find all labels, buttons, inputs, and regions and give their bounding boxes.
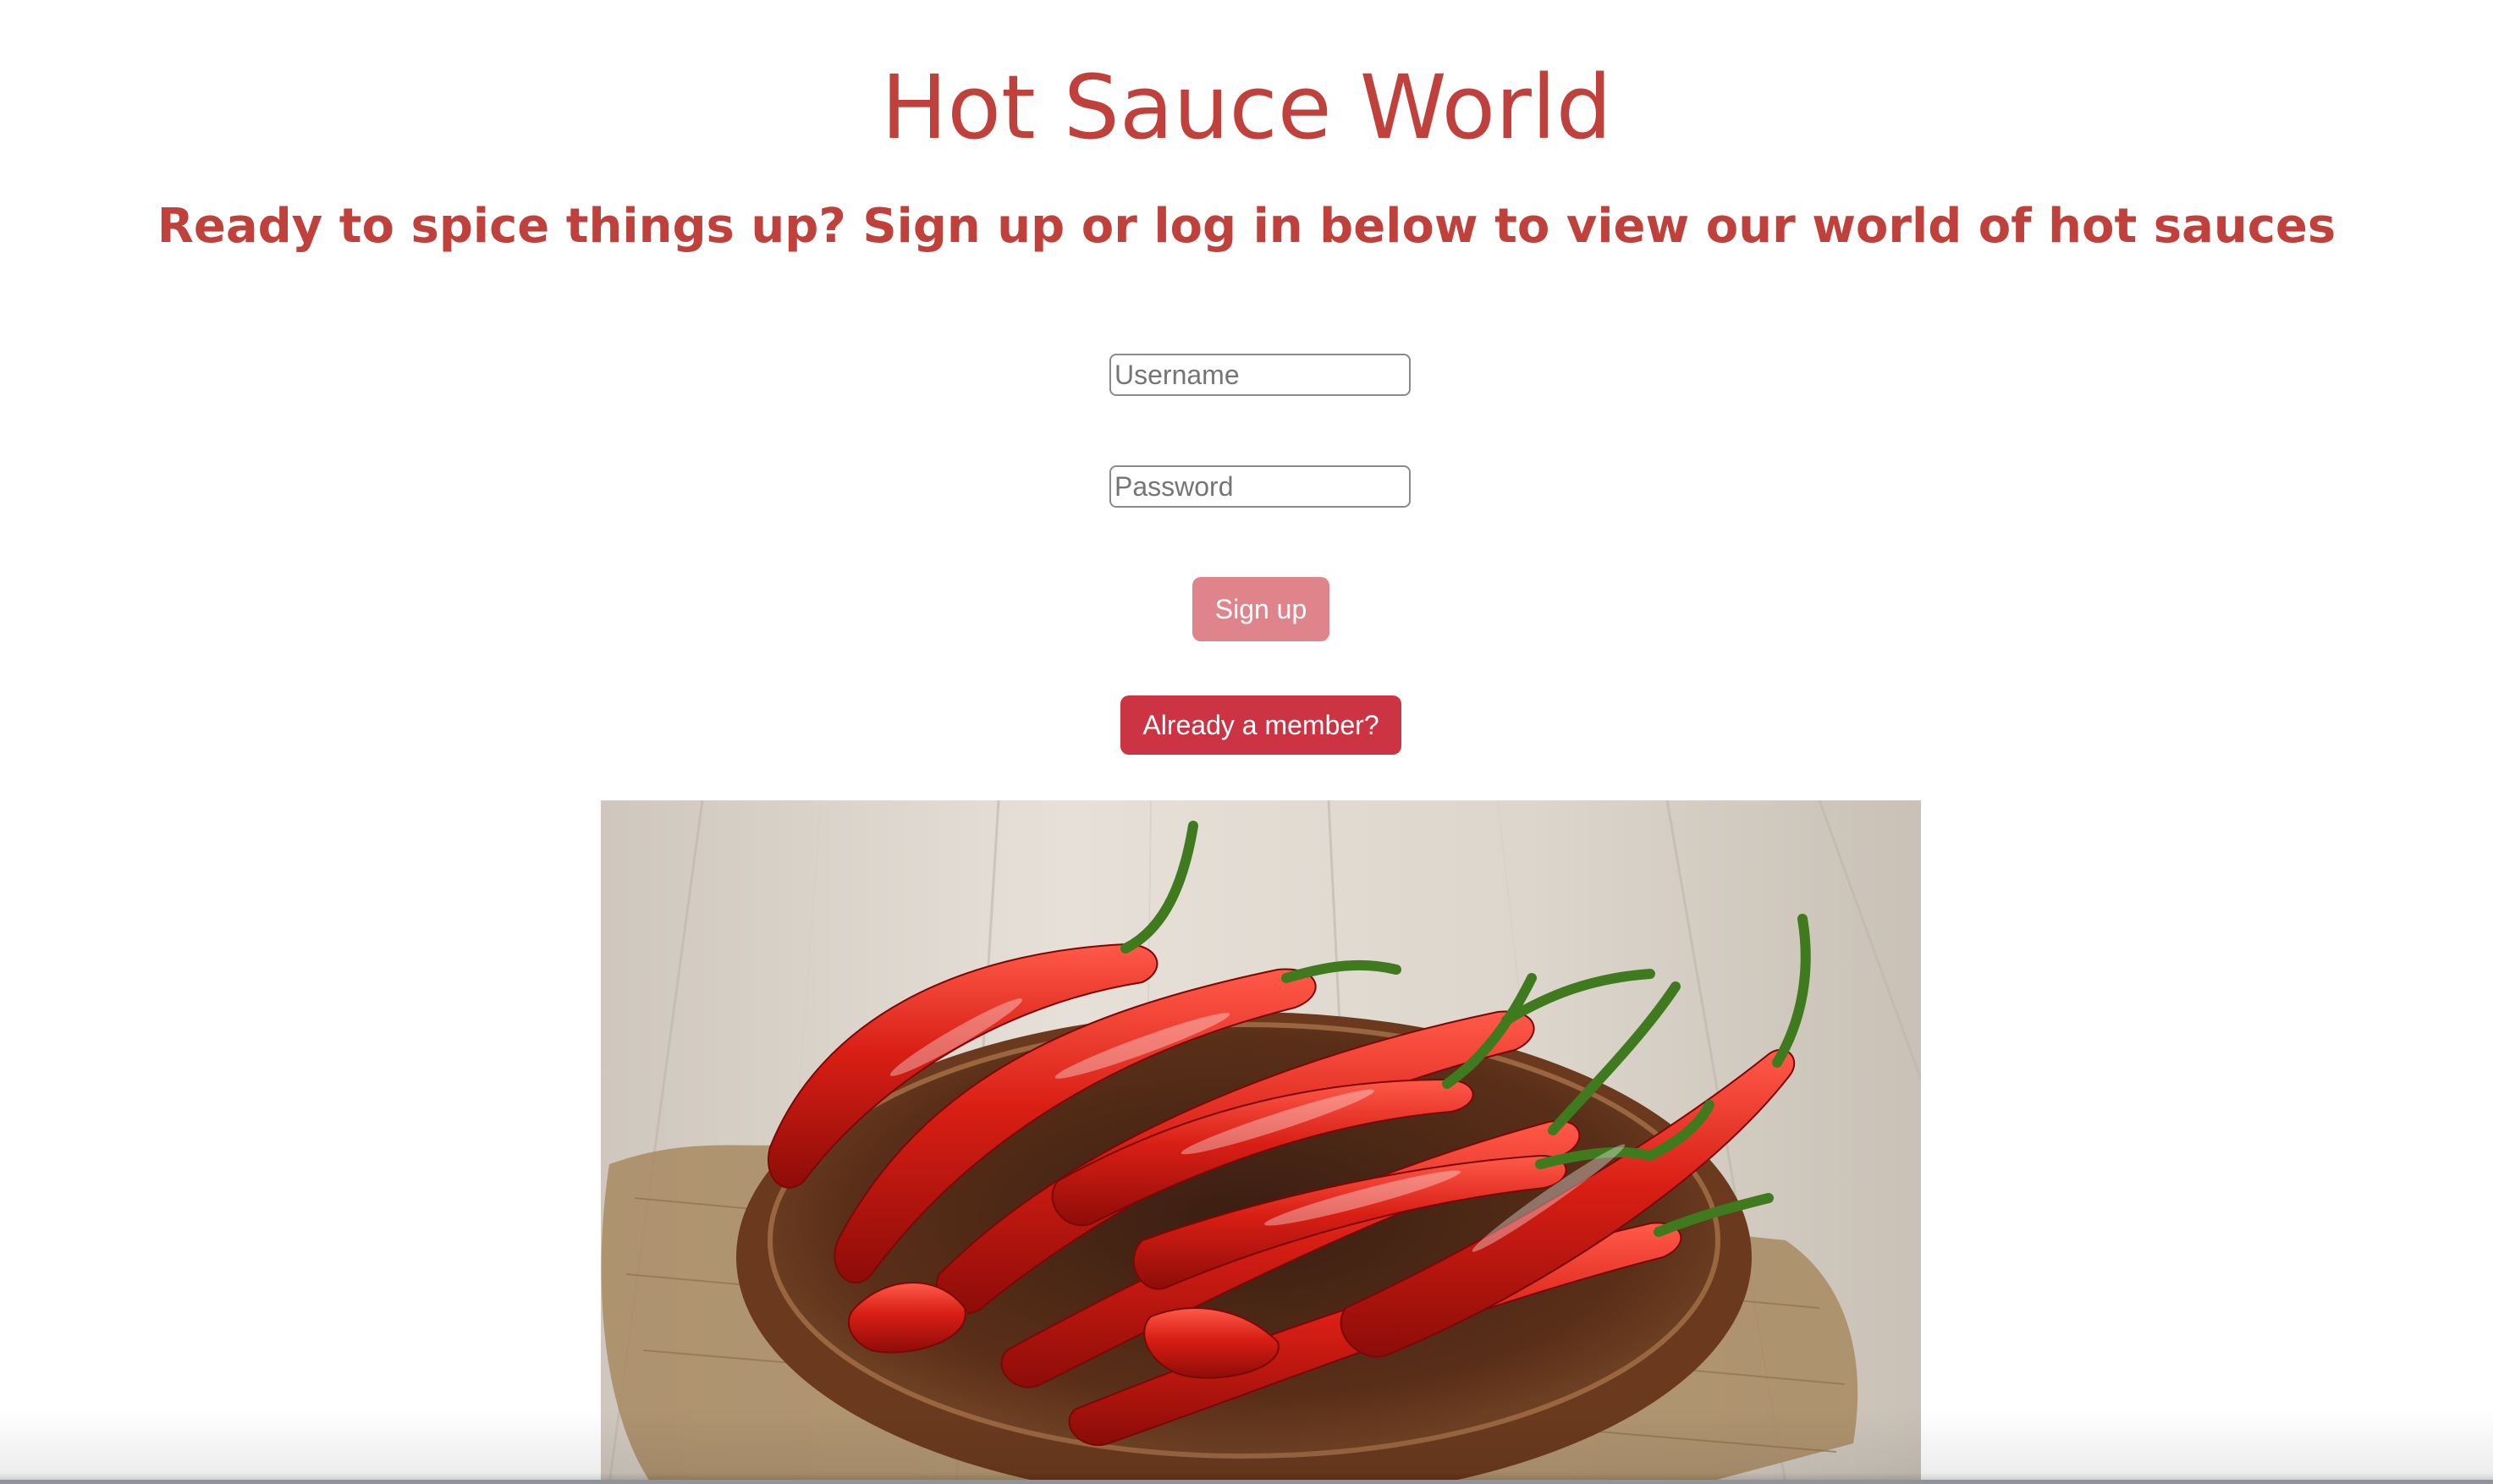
bottom-divider [0, 1480, 2493, 1484]
page-title: Hot Sauce World [881, 56, 1612, 159]
username-input[interactable] [1109, 354, 1411, 396]
already-member-button[interactable]: Already a member? [1120, 695, 1401, 755]
password-input[interactable] [1109, 465, 1411, 508]
signup-button[interactable]: Sign up [1192, 577, 1329, 641]
page: Hot Sauce World Ready to spice things up… [0, 0, 2493, 1484]
page-tagline: Ready to spice things up? Sign up or log… [157, 199, 2336, 254]
chili-peppers-image [601, 800, 1921, 1484]
